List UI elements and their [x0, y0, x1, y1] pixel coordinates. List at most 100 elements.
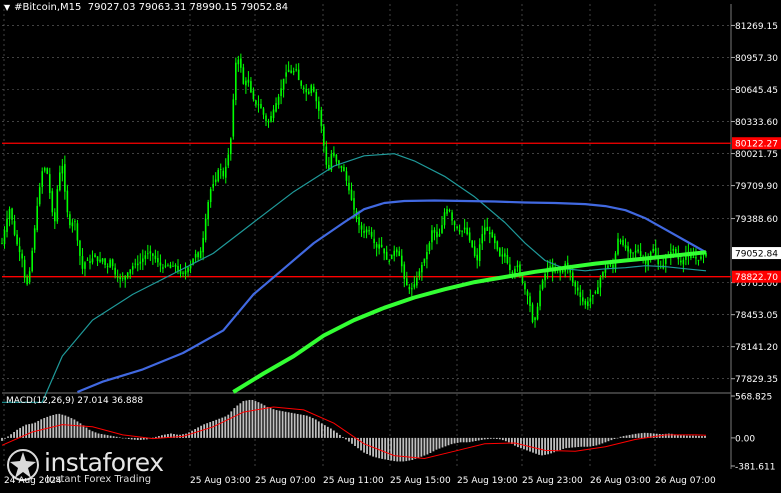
candle-body: [46, 168, 49, 174]
candle-body: [94, 254, 96, 258]
candle-body: [51, 191, 54, 213]
macd-histogram-bar: [598, 437, 601, 445]
candle-body: [451, 212, 453, 221]
candle-body: [486, 226, 489, 231]
candle-body: [23, 259, 26, 278]
macd-histogram-bar: [420, 437, 423, 457]
macd-histogram-bar: [568, 437, 571, 448]
candle-body: [38, 187, 41, 205]
macd-histogram-bar: [695, 435, 697, 438]
candle-body: [411, 288, 413, 290]
macd-histogram-bar: [194, 429, 196, 438]
macd-histogram-bar: [432, 437, 435, 452]
macd-histogram-bar: [453, 437, 456, 444]
macd-histogram-bar: [399, 437, 402, 462]
candle-body: [333, 152, 335, 156]
candle-body: [456, 226, 458, 229]
candle-body: [219, 168, 222, 170]
macd-histogram-bar: [698, 435, 700, 438]
macd-histogram-bar: [224, 416, 227, 438]
macd-histogram-bar: [381, 437, 384, 459]
macd-histogram-bar: [541, 437, 543, 456]
macd-histogram-bar: [616, 437, 619, 439]
candle-body: [408, 286, 411, 290]
candle-body: [426, 252, 428, 260]
candle-body: [700, 256, 702, 259]
candle-body: [69, 214, 71, 226]
macd-histogram-bar: [227, 414, 230, 438]
chart-canvas[interactable]: 81269.15 80957.30 80645.45 80333.60 80021.75…: [0, 0, 781, 489]
candle-body: [632, 252, 634, 254]
macd-histogram-bar: [604, 437, 607, 443]
macd-histogram-bar: [489, 437, 492, 439]
macd-histogram-bar: [601, 437, 604, 444]
price-tick-label: 78141.20: [735, 343, 778, 353]
macd-histogram-bar: [634, 433, 637, 438]
macd-histogram-bar: [583, 437, 586, 447]
candle-body: [463, 227, 466, 230]
candle-body: [81, 256, 84, 269]
macd-histogram-bar: [215, 419, 218, 438]
macd-histogram-bar: [556, 437, 559, 452]
macd-histogram-bar: [221, 417, 224, 438]
candles: [1, 53, 707, 328]
candle-body: [300, 81, 302, 86]
candle-body: [255, 100, 257, 105]
macd-histogram-bar: [85, 427, 88, 438]
macd-histogram-bar: [37, 420, 40, 438]
candle-body: [481, 234, 484, 244]
macd-histogram-bar: [459, 437, 462, 443]
candle-body: [363, 230, 365, 233]
candle-body: [358, 217, 360, 226]
candle-body: [262, 108, 265, 115]
macd-histogram-bar: [378, 437, 381, 459]
macd-histogram-bar: [471, 437, 474, 442]
candle-body: [207, 202, 209, 220]
macd-histogram-bar: [121, 437, 124, 439]
macd-histogram-bar: [465, 437, 468, 443]
candle-body: [197, 252, 199, 258]
price-tick-label: 80645.45: [735, 86, 778, 96]
macd-histogram-bar: [287, 412, 290, 438]
macd-histogram-bar: [124, 437, 127, 439]
macd-histogram-bar: [200, 425, 203, 438]
candle-body: [491, 232, 494, 238]
candle-body: [602, 271, 604, 277]
candle-body: [86, 259, 89, 261]
macd-histogram-bar: [103, 434, 106, 438]
macd-histogram-bar: [685, 435, 688, 438]
macd-histogram-bar: [396, 437, 399, 462]
ohlc-values: 79027.03 79063.31 78990.15 79052.84: [87, 2, 289, 13]
chart-header: ▼ #Bitcoin,M15 79027.03 79063.31 78990.15…: [4, 2, 288, 13]
candle-body: [476, 254, 478, 261]
macd-histogram-bar: [326, 426, 329, 438]
macd-histogram-bar: [25, 424, 28, 438]
macd-histogram-bar: [504, 437, 507, 442]
candle-body: [644, 260, 647, 264]
candle-body: [109, 259, 111, 268]
logo-tagline: Instant Forex Trading: [46, 474, 152, 485]
candle-body: [18, 246, 21, 253]
macd-histogram-bar: [495, 437, 498, 439]
candle-body: [187, 267, 189, 273]
macd-indicator-label: MACD(12,26,9) 27.014 36.888: [6, 396, 144, 406]
macd-histogram-bar: [474, 437, 477, 442]
candle-body: [421, 264, 423, 273]
macd-histogram-bar: [49, 415, 52, 438]
candle-body: [136, 263, 139, 266]
macd-histogram-bar: [133, 437, 136, 440]
candle-body: [61, 166, 64, 174]
candle-body: [599, 277, 602, 288]
dropdown-triangle-icon[interactable]: ▼: [4, 3, 10, 12]
candle-body: [318, 101, 320, 111]
macd-histogram-bar: [384, 437, 387, 460]
macd-histogram-bar: [266, 406, 269, 438]
macd-histogram-bar: [4, 437, 6, 439]
candle-body: [468, 232, 471, 241]
macd-histogram-bar: [136, 437, 139, 441]
candle-body: [494, 236, 496, 244]
candle-body: [164, 265, 167, 267]
candle-body: [36, 205, 38, 231]
macd-histogram-bar: [76, 421, 79, 438]
candle-body: [499, 248, 501, 256]
